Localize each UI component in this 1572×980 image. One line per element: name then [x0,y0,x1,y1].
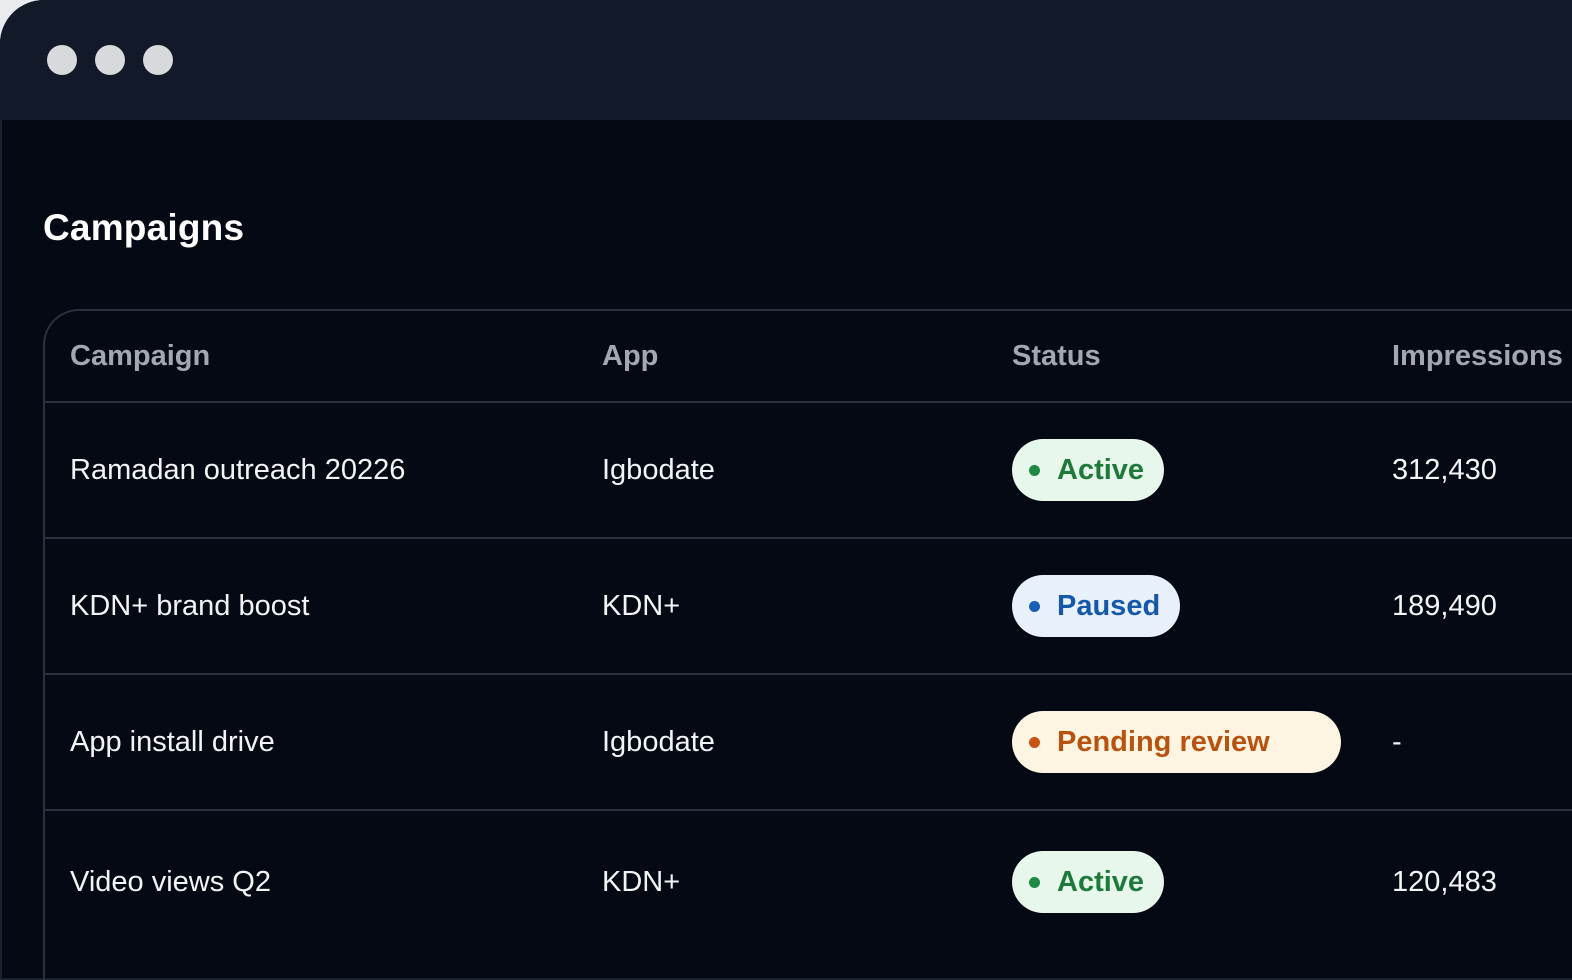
status-label: Pending review [1057,725,1270,758]
campaigns-table: Campaign App Status Impressions Ramadan … [43,309,1572,980]
status-label: Active [1057,865,1145,898]
impressions-value: 120,483 [1392,865,1497,898]
window-titlebar [0,0,1572,120]
impressions-value: 189,490 [1392,589,1497,622]
impressions-value: - [1392,725,1402,758]
column-header-app[interactable]: App [602,311,658,401]
campaign-name: Ramadan outreach 20226 [70,453,406,486]
column-header-status[interactable]: Status [1012,311,1101,401]
window-minimize-button[interactable] [95,45,125,75]
column-header-impressions[interactable]: Impressions [1392,311,1563,401]
status-badge: Paused [1012,575,1181,637]
status-badge: Active [1012,851,1165,913]
table-row[interactable]: Video views Q2 KDN+ Active 120,483 [45,811,1572,945]
table-row[interactable]: App install drive Igbodate Pending revie… [45,675,1572,811]
status-dot-icon [1029,736,1040,748]
campaign-name: Video views Q2 [70,865,271,898]
table-header-row: Campaign App Status Impressions [45,311,1572,403]
status-badge: Pending review [1012,711,1341,773]
status-label: Active [1057,453,1145,486]
app-name: Igbodate [602,453,715,486]
app-name: KDN+ [602,865,681,898]
window-maximize-button[interactable] [143,45,173,75]
status-cell: Active [1012,403,1165,537]
table-row[interactable]: Ramadan outreach 20226 Igbodate Active 3… [45,403,1572,539]
campaign-name: KDN+ brand boost [70,589,310,622]
table-row[interactable]: KDN+ brand boost KDN+ Paused 189,490 [45,539,1572,675]
status-cell: Paused [1012,539,1181,673]
status-dot-icon [1029,464,1040,476]
page-title: Campaigns [43,207,245,248]
app-name: Igbodate [602,725,715,758]
campaign-name: App install drive [70,725,275,758]
app-name: KDN+ [602,589,681,622]
status-label: Paused [1057,589,1161,622]
status-badge: Active [1012,439,1165,501]
column-header-campaign[interactable]: Campaign [70,311,210,401]
window-close-button[interactable] [47,45,77,75]
impressions-value: 312,430 [1392,453,1497,486]
status-dot-icon [1029,876,1040,888]
status-cell: Pending review [1012,675,1341,809]
app-window: Campaigns Campaign App Status Impression… [0,0,1572,980]
status-dot-icon [1029,600,1040,612]
status-cell: Active [1012,815,1165,949]
